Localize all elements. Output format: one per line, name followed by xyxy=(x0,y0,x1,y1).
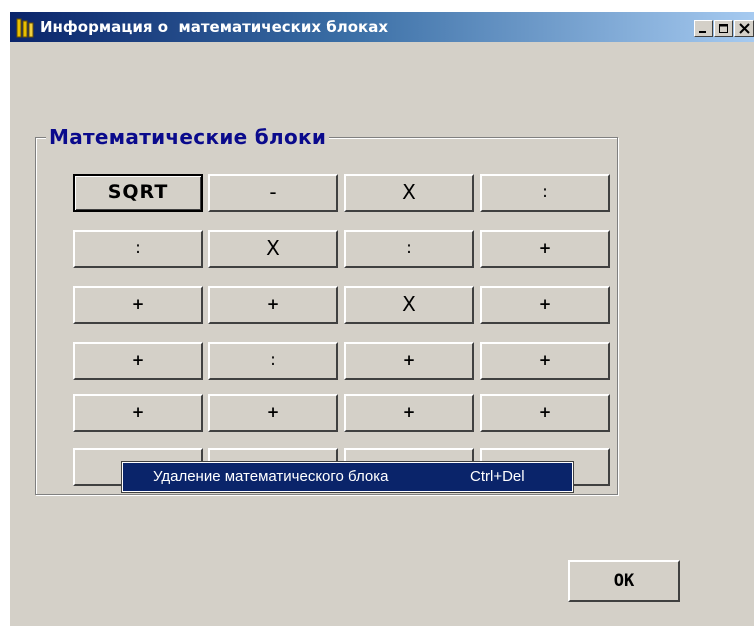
math-block-r3c2[interactable]: + xyxy=(208,286,338,324)
math-block-r4c2[interactable]: : xyxy=(208,342,338,380)
math-block-r2c2[interactable]: X xyxy=(208,230,338,268)
math-block-r5c1[interactable]: + xyxy=(73,394,203,432)
context-menu: Удаление математического блока Ctrl+Del xyxy=(121,461,574,493)
math-block-r2c1[interactable]: : xyxy=(73,230,203,268)
math-block-r4c1[interactable]: + xyxy=(73,342,203,380)
menu-item-label: Удаление математического блока xyxy=(153,468,389,485)
math-block-r2c4[interactable]: + xyxy=(480,230,610,268)
math-block-r3c1[interactable]: + xyxy=(73,286,203,324)
window-title: Информация о математических блоках xyxy=(40,18,388,36)
math-block-r3c4[interactable]: + xyxy=(480,286,610,324)
close-icon xyxy=(738,23,750,34)
math-block-r1c3[interactable]: X xyxy=(344,174,474,212)
desktop-background-top xyxy=(0,0,754,12)
ok-button[interactable]: OK xyxy=(568,560,680,602)
math-block-r5c4[interactable]: + xyxy=(480,394,610,432)
math-block-r1c1[interactable]: SQRT xyxy=(73,174,203,212)
math-block-r5c3[interactable]: + xyxy=(344,394,474,432)
close-button[interactable] xyxy=(734,20,754,37)
math-block-r4c3[interactable]: + xyxy=(344,342,474,380)
group-title: Математические блоки xyxy=(46,125,330,149)
math-block-r4c4[interactable]: + xyxy=(480,342,610,380)
math-block-r1c2[interactable]: - xyxy=(208,174,338,212)
math-block-r3c3[interactable]: X xyxy=(344,286,474,324)
math-block-r2c3[interactable]: : xyxy=(344,230,474,268)
desktop-background-left xyxy=(0,0,10,626)
math-block-r5c2[interactable]: + xyxy=(208,394,338,432)
menu-item-shortcut: Ctrl+Del xyxy=(470,468,525,485)
maximize-button[interactable] xyxy=(714,20,733,37)
maximize-icon xyxy=(719,24,728,33)
minimize-button[interactable] xyxy=(694,20,713,37)
math-block-r1c4[interactable]: : xyxy=(480,174,610,212)
title-bar[interactable]: Информация о математических блоках xyxy=(10,12,754,42)
menu-item-delete-block[interactable]: Удаление математического блока Ctrl+Del xyxy=(123,463,572,491)
minimize-icon xyxy=(699,31,706,33)
app-icon xyxy=(16,18,34,38)
